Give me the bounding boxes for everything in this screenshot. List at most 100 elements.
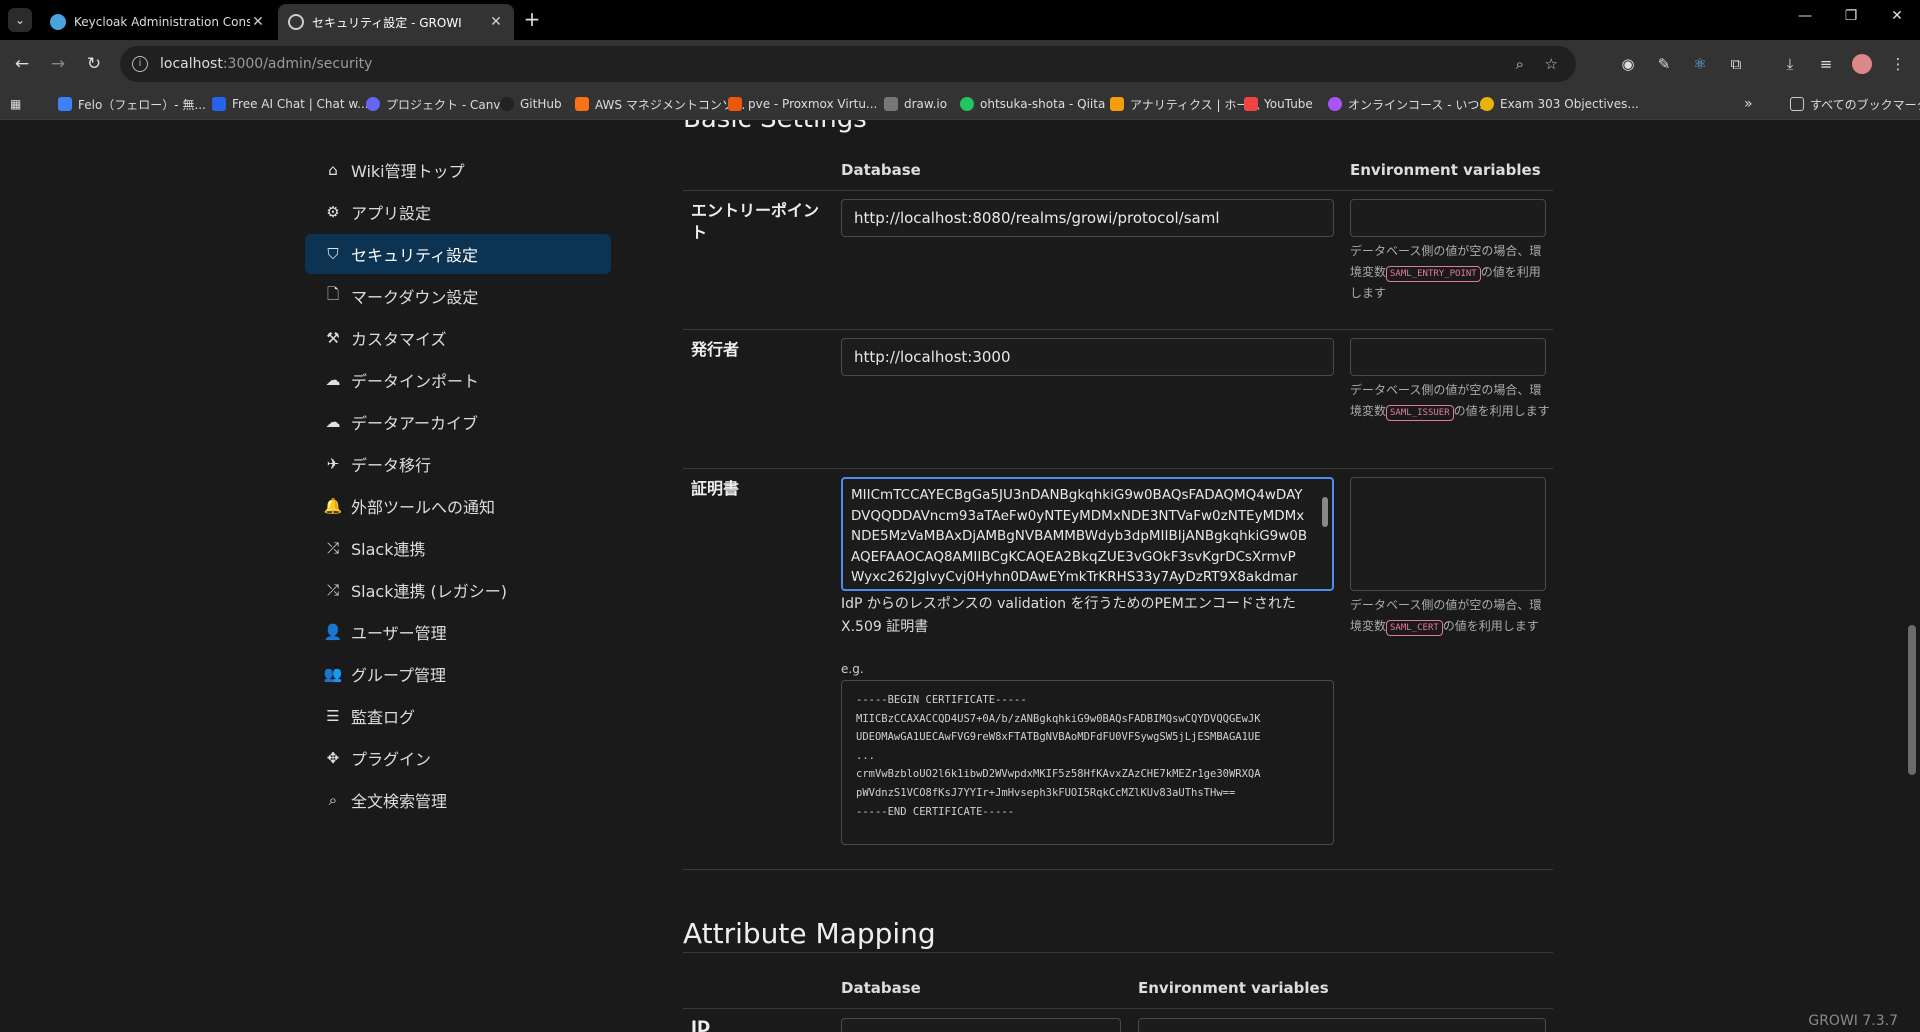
bookmark-label: YouTube — [1264, 97, 1313, 111]
window-close-icon[interactable]: ✕ — [1874, 8, 1920, 24]
attr-id-input[interactable] — [841, 1018, 1121, 1032]
site-info-icon[interactable]: i — [132, 56, 148, 72]
new-tab-button[interactable]: + — [520, 8, 544, 32]
sidebar-item-search[interactable]: ⌕ 全文検索管理 — [305, 780, 611, 820]
sidebar-item-label: セキュリティ設定 — [351, 246, 479, 265]
divider — [683, 329, 1553, 330]
sidebar-item-label: データ移行 — [351, 456, 432, 475]
bookmark-item[interactable]: Free AI Chat | Chat w... — [212, 94, 369, 114]
sidebar-item-notification[interactable]: 🔔 外部ツールへの通知 — [305, 486, 611, 526]
sidebar-item-archive[interactable]: ☁ データアーカイブ — [305, 402, 611, 442]
pen-icon[interactable]: ✎ — [1652, 52, 1676, 76]
page-scrollbar-thumb[interactable] — [1908, 625, 1916, 775]
close-icon[interactable]: ✕ — [488, 14, 504, 30]
sidebar-item-groups[interactable]: 👥 グループ管理 — [305, 654, 611, 694]
sidebar-item-label: ユーザー管理 — [351, 624, 447, 643]
close-icon[interactable]: ✕ — [250, 14, 266, 30]
shuffle-icon: ⤮ — [326, 539, 339, 557]
youtube-icon — [1244, 97, 1258, 111]
sidebar-item-migration[interactable]: ✈ データ移行 — [305, 444, 611, 484]
issuer-input[interactable]: http://localhost:3000 — [841, 338, 1334, 376]
restore-icon[interactable]: ❐ — [1828, 8, 1874, 24]
sidebar-item-slack-legacy[interactable]: ⤮ Slack連携 (レガシー) — [305, 570, 611, 610]
entry-point-input[interactable]: http://localhost:8080/realms/growi/proto… — [841, 199, 1334, 237]
folder-icon — [1790, 97, 1804, 111]
browser-tabbar: ⌄ Keycloak Administration Console ✕ セキュリ… — [0, 0, 1920, 40]
search-icon: ⌕ — [328, 791, 338, 809]
bookmark-item[interactable]: オンラインコース - いつ... — [1328, 94, 1491, 114]
sidebar-item-label: データインポート — [351, 372, 480, 391]
bookmark-item[interactable]: AWS マネジメントコンソ... — [575, 94, 745, 114]
bookmarks-overflow-icon[interactable]: » — [1744, 94, 1753, 114]
menu-dots-icon[interactable]: ⋮ — [1886, 52, 1910, 76]
sidebar-item-security[interactable]: ⛉ セキュリティ設定 — [305, 234, 611, 274]
puzzle-icon: ✥ — [326, 749, 340, 767]
bookmark-label: ohtsuka-shota - Qiita — [980, 97, 1106, 111]
react-devtools-icon[interactable]: ⚛ — [1688, 52, 1712, 76]
bookmark-item[interactable]: プロジェクト - Canva — [366, 94, 508, 114]
bookmark-item[interactable]: アナリティクス | ホーム — [1110, 94, 1260, 114]
sidebar-item-label: アプリ設定 — [351, 204, 432, 223]
camera-icon[interactable]: ◉ — [1616, 52, 1640, 76]
attribute-mapping-title: Attribute Mapping — [683, 917, 936, 950]
cert-env-field — [1350, 477, 1546, 591]
all-bookmarks-folder[interactable]: すべてのブックマーク — [1790, 94, 1920, 114]
bookmark-item[interactable]: Felo（フェロー）- 無... — [58, 94, 206, 114]
attr-id-label: ID — [691, 1017, 711, 1032]
sidebar-item-slack[interactable]: ⤮ Slack連携 — [305, 528, 611, 568]
shuffle-icon: ⤮ — [326, 581, 339, 599]
tools-icon: ⚒ — [326, 329, 340, 347]
exam-icon — [1480, 97, 1494, 111]
reload-icon[interactable]: ↻ — [82, 52, 106, 76]
sidebar-item-wiki-top[interactable]: ⌂ Wiki管理トップ — [305, 150, 611, 190]
download-icon[interactable]: ⤓ — [1778, 52, 1802, 76]
sidebar-item-label: 監査ログ — [351, 708, 416, 727]
tab-search-button[interactable]: ⌄ — [8, 8, 32, 32]
bookmark-item[interactable]: draw.io — [884, 94, 947, 114]
tab-keycloak[interactable]: Keycloak Administration Console ✕ — [40, 4, 276, 40]
profile-avatar-icon[interactable] — [1850, 52, 1874, 76]
cert-textarea[interactable]: MIICmTCCAYECBgGa5JU3nDANBgkqhkiG9w0BAQsF… — [841, 477, 1334, 591]
tab-title: Keycloak Administration Console — [74, 15, 250, 29]
sidebar-item-app-settings[interactable]: ⚙ アプリ設定 — [305, 192, 611, 232]
col-header-env: Environment variables — [1350, 161, 1541, 179]
cert-value: MIICmTCCAYECBgGa5JU3nDANBgkqhkiG9w0BAQsF… — [851, 487, 1308, 585]
bookmark-item[interactable]: GitHub — [500, 94, 562, 114]
bookmarks-bar: ▦ Felo（フェロー）- 無... Free AI Chat | Chat w… — [0, 88, 1920, 120]
url-input[interactable]: i localhost:3000/admin/security ⌕ ☆ — [120, 46, 1576, 82]
attr-id-env-field — [1138, 1018, 1546, 1032]
sidebar-item-label: マークダウン設定 — [351, 288, 479, 307]
sidebar-item-audit-log[interactable]: ☰ 監査ログ — [305, 696, 611, 736]
tab-growi[interactable]: セキュリティ設定 - GROWI ✕ — [278, 4, 514, 40]
bookmark-label: draw.io — [904, 97, 948, 111]
back-icon[interactable]: ← — [10, 52, 34, 76]
bookmark-label: Exam 303 Objectives... — [1500, 97, 1639, 111]
sidebar-item-markdown[interactable]: 🗋 マークダウン設定 — [305, 276, 611, 316]
textarea-scrollbar[interactable] — [1320, 481, 1330, 581]
growi-admin-page: ⌂ Wiki管理トップ ⚙ アプリ設定 ⛉ セキュリティ設定 🗋 マークダウン設定 ⚒ カ… — [0, 120, 1920, 1032]
attr-col-header-database: Database — [841, 979, 921, 997]
sidebar-item-import[interactable]: ☁ データインポート — [305, 360, 611, 400]
forward-icon[interactable]: → — [46, 52, 70, 76]
bookmark-item[interactable]: pve - Proxmox Virtu... — [728, 94, 877, 114]
divider — [683, 952, 1553, 953]
log-icon: ☰ — [326, 707, 340, 725]
url-host: localhost — [160, 56, 223, 72]
admin-sidebar: ⌂ Wiki管理トップ ⚙ アプリ設定 ⛉ セキュリティ設定 🗋 マークダウン設定 ⚒ カ… — [305, 150, 611, 822]
extensions-icon[interactable]: ⧉ — [1724, 52, 1748, 76]
sidebar-item-users[interactable]: 👤 ユーザー管理 — [305, 612, 611, 652]
sidebar-item-label: プラグイン — [351, 750, 432, 769]
sidebar-item-customize[interactable]: ⚒ カスタマイズ — [305, 318, 611, 358]
zoom-icon[interactable]: ⌕ — [1516, 46, 1524, 82]
sidebar-item-plugins[interactable]: ✥ プラグイン — [305, 738, 611, 778]
sidebar-item-label: カスタマイズ — [351, 330, 447, 349]
bookmark-item[interactable]: YouTube — [1244, 94, 1313, 114]
sidebar-item-label: Wiki管理トップ — [351, 162, 465, 181]
apps-grid-icon[interactable]: ▦ — [10, 94, 21, 114]
bookmark-item[interactable]: Exam 303 Objectives... — [1480, 94, 1639, 114]
minimize-icon[interactable]: — — [1782, 8, 1828, 24]
bookmark-item[interactable]: ohtsuka-shota - Qiita — [960, 94, 1105, 114]
media-icon[interactable]: ≡ — [1814, 52, 1838, 76]
bookmark-star-icon[interactable]: ☆ — [1545, 46, 1558, 82]
bookmark-label: AWS マネジメントコンソ... — [595, 97, 746, 112]
